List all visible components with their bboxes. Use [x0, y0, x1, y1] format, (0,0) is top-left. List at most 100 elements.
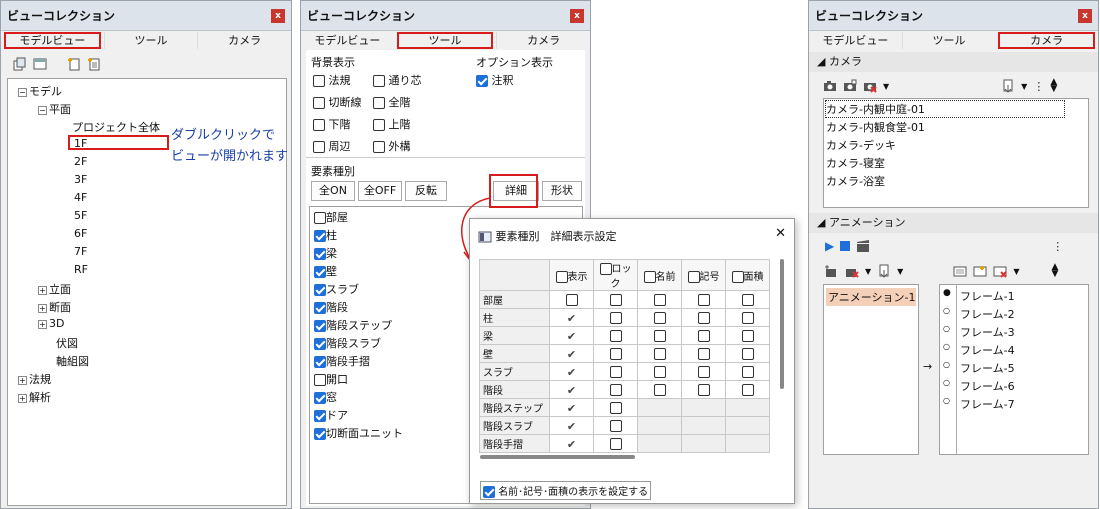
list-item[interactable]: フレーム-5	[960, 360, 1015, 376]
tab-tool[interactable]: ツール	[396, 32, 494, 49]
list-item[interactable]: アニメーション-1	[826, 288, 916, 306]
export-icon[interactable]	[1001, 79, 1015, 93]
bg-option[interactable]: 全階	[373, 94, 411, 110]
tree-node-3f[interactable]: 3F	[74, 173, 87, 186]
element-item[interactable]: 階段ステップ	[314, 317, 392, 333]
column-checkbox[interactable]	[687, 270, 700, 283]
grid-cell[interactable]: ✔	[549, 434, 594, 453]
cell-checkbox[interactable]	[697, 383, 710, 396]
list-item[interactable]: フレーム-3	[960, 324, 1015, 340]
dropdown-icon[interactable]: ▼	[883, 82, 889, 91]
cell-checkbox[interactable]	[609, 293, 622, 306]
cell-checkbox[interactable]	[653, 383, 666, 396]
bg-option[interactable]: 下階	[313, 116, 351, 132]
bg-option[interactable]: 周辺	[313, 138, 351, 154]
tree-node-rf[interactable]: RF	[74, 263, 88, 276]
element-checkbox[interactable]	[314, 428, 326, 440]
cell-checkbox[interactable]	[653, 329, 666, 342]
bg-checkbox[interactable]	[373, 97, 385, 109]
camera-section-header[interactable]: ◢ カメラ	[809, 52, 1098, 72]
grid-cell[interactable]	[725, 362, 770, 381]
grid-cell[interactable]	[725, 290, 770, 309]
element-checkbox[interactable]	[314, 266, 326, 278]
bg-option[interactable]: 外構	[373, 138, 411, 154]
grid-col-header[interactable]: 面積	[725, 259, 770, 291]
cell-checkbox[interactable]	[609, 311, 622, 324]
grid-cell[interactable]	[593, 326, 638, 345]
grid-cell[interactable]	[637, 326, 682, 345]
sort-icon[interactable]: ▲ ▼	[1050, 78, 1057, 94]
list-item[interactable]: カメラ-浴室	[826, 173, 885, 189]
element-checkbox[interactable]	[314, 230, 326, 242]
tree-node-6f[interactable]: 6F	[74, 227, 87, 240]
clapper-icon[interactable]	[856, 239, 870, 253]
grid-cell[interactable]	[637, 344, 682, 363]
cell-checkbox[interactable]: ✔	[566, 348, 578, 361]
expand-icon[interactable]: +	[38, 319, 47, 329]
cell-checkbox[interactable]	[653, 311, 666, 324]
grid-cell[interactable]	[681, 326, 726, 345]
element-item[interactable]: 壁	[314, 263, 337, 279]
dropdown-icon[interactable]: ▼	[897, 267, 903, 276]
bg-checkbox[interactable]	[313, 75, 325, 87]
tree-node-analysis[interactable]: + 解析	[18, 389, 51, 405]
list-item[interactable]: カメラ-寝室	[826, 155, 885, 171]
list-item[interactable]: カメラ-内観中庭-01	[825, 100, 1065, 118]
grid-cell[interactable]	[593, 380, 638, 399]
dialog-close-icon[interactable]: ✕	[775, 226, 786, 241]
list-item[interactable]: フレーム-4	[960, 342, 1015, 358]
bg-option[interactable]: 法規	[313, 72, 351, 88]
bg-option[interactable]: 通り芯	[373, 72, 422, 88]
new-view-icon[interactable]	[67, 57, 81, 71]
element-item[interactable]: 窓	[314, 389, 337, 405]
grid-cell[interactable]	[681, 362, 726, 381]
cell-checkbox[interactable]: ✔	[566, 312, 578, 325]
expand-icon[interactable]: +	[18, 393, 27, 403]
list-item[interactable]: カメラ-内観食堂-01	[826, 119, 925, 135]
element-checkbox[interactable]	[314, 410, 326, 422]
cell-checkbox[interactable]	[609, 347, 622, 360]
cell-checkbox[interactable]	[741, 329, 754, 342]
option-annotation[interactable]: 注釈	[476, 72, 514, 88]
cell-checkbox[interactable]	[609, 437, 622, 450]
close-button[interactable]: x	[1078, 8, 1092, 23]
tree-node-2f[interactable]: 2F	[74, 155, 87, 168]
window-icon[interactable]	[33, 57, 47, 71]
cell-checkbox[interactable]	[697, 347, 710, 360]
dropdown-icon[interactable]: ▼	[865, 267, 871, 276]
element-item[interactable]: 梁	[314, 245, 337, 261]
cell-checkbox[interactable]	[697, 293, 710, 306]
grid-cell[interactable]: ✔	[549, 344, 594, 363]
element-item[interactable]: 階段	[314, 299, 348, 315]
cell-checkbox[interactable]	[609, 383, 622, 396]
grid-cell[interactable]	[681, 344, 726, 363]
footer-checkbox[interactable]	[483, 486, 495, 498]
element-checkbox[interactable]	[314, 302, 326, 314]
tab-tool[interactable]: ツール	[901, 32, 996, 49]
expand-icon[interactable]: +	[38, 285, 47, 295]
cell-checkbox[interactable]: ✔	[566, 438, 578, 451]
grid-cell[interactable]	[681, 290, 726, 309]
grid-cell[interactable]	[725, 308, 770, 327]
dropdown-icon[interactable]: ▼	[1013, 267, 1019, 276]
column-checkbox[interactable]	[731, 270, 744, 283]
copy-view-icon[interactable]	[13, 57, 27, 71]
cell-checkbox[interactable]	[609, 329, 622, 342]
grid-cell[interactable]: ✔	[549, 326, 594, 345]
more-icon[interactable]: ⋮	[1033, 80, 1044, 93]
cell-checkbox[interactable]	[741, 365, 754, 378]
tree-node-regulation[interactable]: + 法規	[18, 371, 51, 387]
element-checkbox[interactable]	[314, 248, 326, 260]
frame-icon[interactable]	[953, 264, 967, 278]
camera-icon[interactable]	[823, 79, 837, 93]
grid-cell[interactable]: ✔	[549, 380, 594, 399]
all-on-button[interactable]: 全ON	[311, 181, 355, 201]
cell-checkbox[interactable]	[741, 347, 754, 360]
cell-checkbox[interactable]	[741, 311, 754, 324]
column-checkbox[interactable]	[555, 270, 568, 283]
cell-checkbox[interactable]	[697, 365, 710, 378]
cell-checkbox[interactable]	[653, 347, 666, 360]
column-checkbox[interactable]	[643, 270, 656, 283]
tree-node-model[interactable]: − モデル	[18, 83, 62, 99]
tree-node-project-all[interactable]: プロジェクト全体	[72, 119, 160, 135]
